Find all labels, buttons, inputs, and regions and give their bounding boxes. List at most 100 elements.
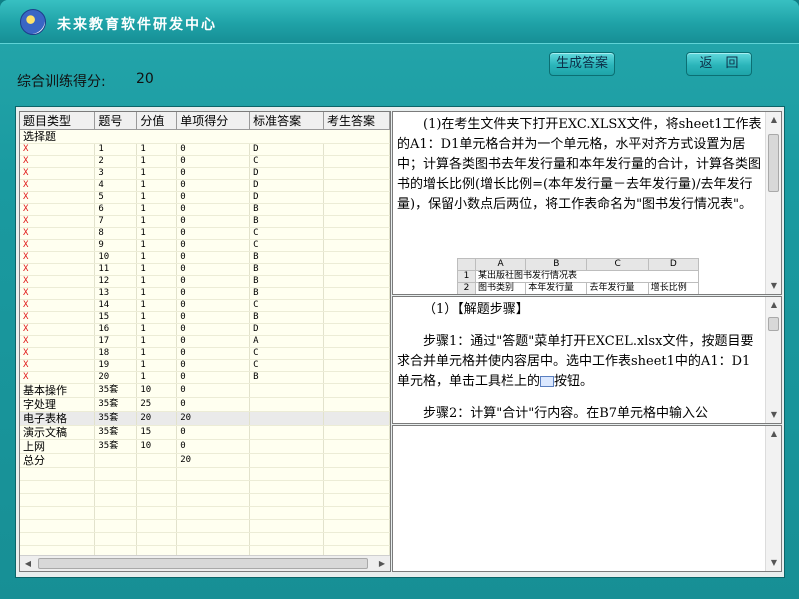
col-header-type[interactable]: 题目类型 bbox=[20, 112, 96, 130]
scroll-thumb[interactable] bbox=[768, 134, 779, 192]
table-row[interactable]: X810C bbox=[20, 227, 390, 240]
grid-cell: B bbox=[249, 263, 325, 276]
table-row[interactable]: X 10 1 0 B bbox=[20, 251, 390, 264]
result-mark: X bbox=[20, 179, 96, 192]
back-button[interactable]: 返 回 bbox=[686, 52, 752, 76]
grid-cell: 1 bbox=[136, 179, 178, 192]
results-grid[interactable]: 题目类型 题号 分值 单项得分 标准答案 考生答案 选择题 X110DX210C… bbox=[19, 111, 391, 572]
table-row[interactable]: X910C bbox=[20, 239, 390, 252]
grid-cell: B bbox=[249, 215, 325, 228]
grid-cell bbox=[94, 467, 138, 481]
question-vertical-scrollbar[interactable]: ▲ ▼ bbox=[765, 112, 781, 294]
answer-vertical-scrollbar[interactable]: ▲ ▼ bbox=[765, 426, 781, 571]
grid-cell bbox=[20, 480, 96, 494]
solution-heading: （1）【解题步骤】 bbox=[423, 302, 529, 317]
table-row[interactable]: 总分 20 bbox=[20, 453, 390, 468]
scroll-down-icon[interactable]: ▼ bbox=[766, 407, 781, 423]
table-row[interactable]: X 11 1 0 B bbox=[20, 263, 390, 276]
scroll-up-icon[interactable]: ▲ bbox=[766, 112, 781, 128]
table-row[interactable]: 基本操作 35套 10 0 bbox=[20, 383, 390, 398]
col-header-score[interactable]: 单项得分 bbox=[176, 112, 251, 130]
grid-cell: 0 bbox=[176, 439, 251, 454]
grid-cell bbox=[249, 425, 325, 440]
scroll-down-icon[interactable]: ▼ bbox=[766, 555, 781, 571]
table-row[interactable]: 电子表格 35套 20 20 bbox=[20, 411, 390, 426]
grid-cell: 35套 bbox=[94, 397, 138, 412]
grid-cell: 7 bbox=[94, 215, 138, 228]
solution-pane[interactable]: （1）【解题步骤】 步骤1：通过"答题"菜单打开EXCEL.xlsx文件，按题目… bbox=[392, 296, 782, 424]
grid-cell bbox=[136, 519, 178, 533]
grid-cell bbox=[323, 215, 390, 228]
table-row[interactable]: X410D bbox=[20, 179, 390, 192]
grid-header-row: 题目类型 题号 分值 单项得分 标准答案 考生答案 bbox=[20, 112, 390, 130]
table-row[interactable]: 演示文稿 35套 15 0 bbox=[20, 425, 390, 440]
grid-cell: 0 bbox=[176, 425, 251, 440]
grid-cell bbox=[323, 179, 390, 192]
table-row[interactable]: X 19 1 0 C bbox=[20, 359, 390, 372]
col-header-standard-answer[interactable]: 标准答案 bbox=[249, 112, 325, 130]
table-row[interactable]: X 20 1 0 B bbox=[20, 371, 390, 384]
col-header-points[interactable]: 分值 bbox=[136, 112, 178, 130]
grid-cell: C bbox=[249, 239, 325, 252]
grid-cell: 0 bbox=[176, 227, 251, 240]
grid-cell: 1 bbox=[94, 143, 138, 156]
table-row[interactable]: X610B bbox=[20, 203, 390, 216]
table-row[interactable]: X 18 1 0 C bbox=[20, 347, 390, 360]
grid-cell: 14 bbox=[94, 299, 138, 312]
solution-vertical-scrollbar[interactable]: ▲ ▼ bbox=[765, 297, 781, 423]
table-row[interactable]: X 17 1 0 A bbox=[20, 335, 390, 348]
grid-cell: B bbox=[249, 275, 325, 288]
grid-cell bbox=[249, 506, 325, 520]
grid-cell bbox=[323, 359, 390, 372]
scroll-down-icon[interactable]: ▼ bbox=[766, 278, 781, 294]
grid-cell: A bbox=[249, 335, 325, 348]
grid-cell: 1 bbox=[136, 203, 178, 216]
question-pane[interactable]: (1)在考生文件夹下打开EXC.XLSX文件，将sheet1工作表的A1：D1单… bbox=[392, 111, 782, 295]
table-row[interactable]: X 14 1 0 C bbox=[20, 299, 390, 312]
generate-answer-button[interactable]: 生成答案 bbox=[549, 52, 615, 76]
scroll-up-icon[interactable]: ▲ bbox=[766, 426, 781, 442]
scroll-up-icon[interactable]: ▲ bbox=[766, 297, 781, 313]
table-row[interactable]: X 13 1 0 B bbox=[20, 287, 390, 300]
grid-cell: 0 bbox=[176, 397, 251, 412]
scroll-thumb[interactable] bbox=[768, 317, 779, 331]
grid-cell: D bbox=[249, 191, 325, 204]
grid-cell: 18 bbox=[94, 347, 138, 360]
scroll-left-icon[interactable]: ◀ bbox=[20, 556, 36, 572]
scroll-right-icon[interactable]: ▶ bbox=[374, 556, 390, 572]
table-row[interactable]: X 15 1 0 B bbox=[20, 311, 390, 324]
grid-cell bbox=[94, 532, 138, 546]
results-table: 题目类型 题号 分值 单项得分 标准答案 考生答案 选择题 X110DX210C… bbox=[20, 112, 390, 559]
table-row[interactable]: X710B bbox=[20, 215, 390, 228]
table-row[interactable]: X510D bbox=[20, 191, 390, 204]
answer-pane[interactable]: ▲ ▼ bbox=[392, 425, 782, 572]
result-mark: X bbox=[20, 311, 96, 324]
table-row[interactable]: X110D bbox=[20, 143, 390, 156]
grid-cell bbox=[176, 467, 251, 481]
grid-cell: 6 bbox=[94, 203, 138, 216]
category-cell: 选择题 bbox=[20, 129, 390, 144]
grid-cell bbox=[323, 239, 390, 252]
col-header-student-answer[interactable]: 考生答案 bbox=[323, 112, 390, 130]
title-bar: 未来教育软件研发中心 bbox=[0, 0, 799, 44]
grid-cell: 19 bbox=[94, 359, 138, 372]
scroll-thumb[interactable] bbox=[38, 558, 368, 569]
col-header-number[interactable]: 题号 bbox=[94, 112, 138, 130]
grid-cell bbox=[94, 519, 138, 533]
table-row-category[interactable]: 选择题 bbox=[20, 129, 390, 144]
grid-cell bbox=[323, 439, 390, 454]
grid-horizontal-scrollbar[interactable]: ◀ ▶ bbox=[20, 555, 390, 571]
grid-cell bbox=[323, 251, 390, 264]
table-row[interactable]: X310D bbox=[20, 167, 390, 180]
result-mark: X bbox=[20, 347, 96, 360]
table-row[interactable]: X 16 1 0 D bbox=[20, 323, 390, 336]
table-row[interactable]: X210C bbox=[20, 155, 390, 168]
table-row[interactable]: 字处理 35套 25 0 bbox=[20, 397, 390, 412]
grid-cell bbox=[323, 191, 390, 204]
table-row[interactable]: 上网 35套 10 0 bbox=[20, 439, 390, 454]
table-row[interactable]: X 12 1 0 B bbox=[20, 275, 390, 288]
grid-cell bbox=[176, 532, 251, 546]
grid-cell bbox=[136, 480, 178, 494]
grid-cell bbox=[323, 167, 390, 180]
grid-cell: 0 bbox=[176, 335, 251, 348]
